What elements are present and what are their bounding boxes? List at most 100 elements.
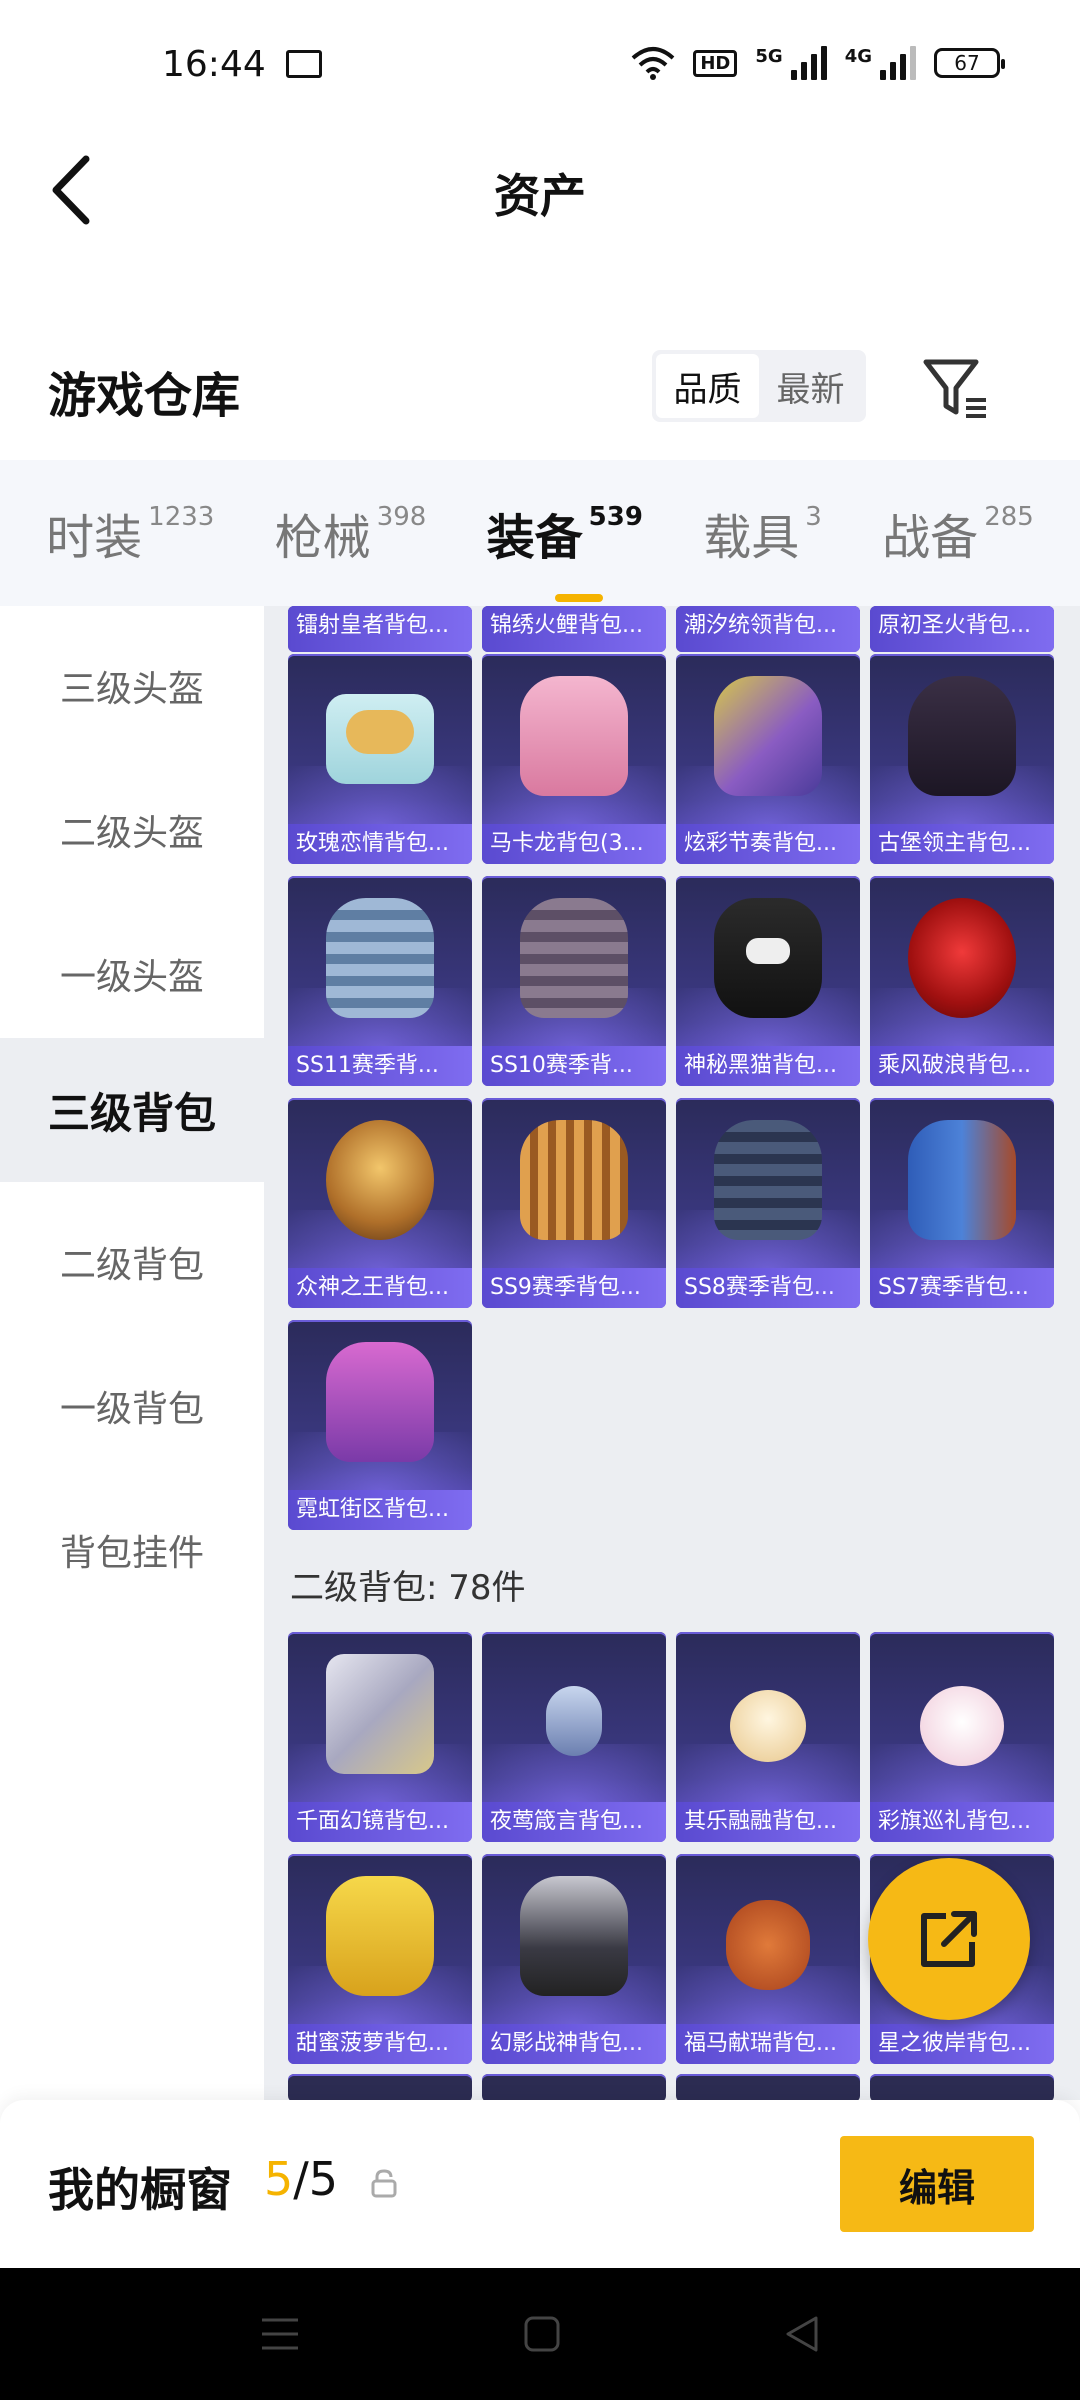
backpack-image — [520, 898, 628, 1018]
sort-newest-option[interactable]: 最新 — [759, 354, 862, 418]
filter-button[interactable] — [920, 354, 990, 424]
item-card[interactable]: 炫彩节奏背包... — [676, 654, 860, 864]
tab-count: 3 — [805, 502, 822, 532]
backpack-image — [908, 898, 1016, 1018]
item-card[interactable]: 幻影战神背包... — [482, 1854, 666, 2064]
item-name: 潮汐统领背包... — [676, 606, 860, 652]
sidebar-item-backpack-lv1[interactable]: 一级背包 — [0, 1334, 264, 1478]
item-card[interactable]: 千面幻镜背包... — [288, 1632, 472, 1842]
sort-toggle: 品质 最新 — [652, 350, 866, 422]
tab-count: 1233 — [148, 502, 215, 532]
system-nav-bar — [0, 2268, 1080, 2400]
signal-4g-icon — [880, 46, 916, 80]
backpack-image — [326, 1654, 434, 1774]
menu-icon[interactable] — [258, 2314, 302, 2354]
grid-row: SS11赛季背... SS10赛季背... 神秘黑猫背包... 乘风破浪背包..… — [288, 876, 1054, 1086]
filter-icon — [923, 359, 986, 418]
item-card[interactable]: 锦绣火鲤背包... — [482, 606, 666, 652]
tab-fashion[interactable]: 时装 1233 — [46, 498, 214, 568]
item-card[interactable]: 马卡龙背包(3... — [482, 654, 666, 864]
showcase-label: 我的橱窗 — [48, 2163, 232, 2217]
item-card[interactable]: 福马献瑞背包... — [676, 1854, 860, 2064]
back-nav-icon[interactable] — [782, 2314, 822, 2354]
item-name: 彩旗巡礼背包... — [870, 1802, 1054, 1842]
sidebar-item-helmet-lv1[interactable]: 一级头盔 — [0, 902, 264, 1046]
tab-label: 时装 — [46, 510, 143, 566]
item-card[interactable]: 乘风破浪背包... — [870, 876, 1054, 1086]
item-card[interactable]: SS10赛季背... — [482, 876, 666, 1086]
tab-gear[interactable]: 战备 285 — [882, 498, 1034, 568]
tab-label: 战备 — [882, 510, 979, 566]
backpack-image — [326, 1342, 434, 1462]
grid-row: 众神之王背包... SS9赛季背包... SS8赛季背包... SS7赛季背包.… — [288, 1098, 1054, 1308]
item-card[interactable]: 玫瑰恋情背包... — [288, 654, 472, 864]
item-name: 众神之王背包... — [288, 1268, 472, 1308]
sidebar-item-helmet-lv3[interactable]: 三级头盔 — [0, 614, 264, 758]
tab-label: 装备 — [486, 510, 583, 566]
item-card[interactable] — [676, 2074, 860, 2100]
item-card[interactable]: 原初圣火背包... — [870, 606, 1054, 652]
item-card[interactable] — [482, 2074, 666, 2100]
item-card[interactable]: 镭射皇者背包... — [288, 606, 472, 652]
sidebar: 三级头盔 二级头盔 一级头盔 三级背包 二级背包 一级背包 背包挂件 — [0, 606, 264, 2100]
wifi-icon — [632, 47, 675, 80]
backpack-image — [520, 1120, 628, 1240]
item-name: 神秘黑猫背包... — [676, 1046, 860, 1086]
item-card[interactable]: 彩旗巡礼背包... — [870, 1632, 1054, 1842]
item-card[interactable]: SS7赛季背包... — [870, 1098, 1054, 1308]
showcase-bar: 我的橱窗 5/5 编辑 — [0, 2100, 1080, 2268]
item-name: 原初圣火背包... — [870, 606, 1054, 652]
tab-guns[interactable]: 枪械 398 — [275, 498, 427, 568]
item-card[interactable]: SS8赛季背包... — [676, 1098, 860, 1308]
item-card[interactable] — [288, 2074, 472, 2100]
net-5g-label: 5G — [755, 46, 783, 67]
item-name: 马卡龙背包(3... — [482, 824, 666, 864]
item-card[interactable]: 其乐融融背包... — [676, 1632, 860, 1842]
item-card[interactable] — [870, 2074, 1054, 2100]
tab-label: 枪械 — [274, 510, 371, 566]
item-name: 甜蜜菠萝背包... — [288, 2024, 472, 2064]
sidebar-item-backpack-lv3[interactable]: 三级背包 — [0, 1038, 264, 1182]
item-card[interactable]: 古堡领主背包... — [870, 654, 1054, 864]
sidebar-item-backpack-lv2[interactable]: 二级背包 — [0, 1190, 264, 1334]
item-card[interactable]: 甜蜜菠萝背包... — [288, 1854, 472, 2064]
item-name: 炫彩节奏背包... — [676, 824, 860, 864]
lock-icon — [371, 2169, 397, 2198]
item-card[interactable]: 神秘黑猫背包... — [676, 876, 860, 1086]
warehouse-title: 游戏仓库 — [48, 368, 241, 424]
item-name: SS9赛季背包... — [482, 1268, 666, 1308]
active-tab-indicator — [554, 594, 603, 602]
grid-row: 霓虹街区背包... — [288, 1320, 472, 1530]
tab-vehicles[interactable]: 载具 3 — [703, 498, 822, 568]
item-name: 锦绣火鲤背包... — [482, 606, 666, 652]
edit-button[interactable]: 编辑 — [840, 2136, 1034, 2232]
tab-count: 539 — [588, 502, 643, 532]
item-card[interactable]: SS9赛季背包... — [482, 1098, 666, 1308]
backpack-image — [908, 676, 1016, 796]
sidebar-item-backpack-charm[interactable]: 背包挂件 — [0, 1478, 264, 1622]
home-icon[interactable] — [522, 2314, 562, 2354]
share-icon — [921, 1911, 977, 1967]
item-name: 霓虹街区背包... — [288, 1490, 472, 1530]
item-name: 星之彼岸背包... — [870, 2024, 1054, 2064]
item-card[interactable]: SS11赛季背... — [288, 876, 472, 1086]
page-title: 资产 — [494, 169, 586, 223]
item-card[interactable]: 夜莺箴言背包... — [482, 1632, 666, 1842]
hd-badge: HD — [693, 49, 738, 77]
backpack-image — [326, 1120, 434, 1240]
battery-icon: 67 — [934, 48, 1005, 78]
status-bar: 16:44 HD 5G 4G 67 — [0, 0, 1080, 130]
item-name: SS8赛季背包... — [676, 1268, 860, 1308]
item-card[interactable]: 潮汐统领背包... — [676, 606, 860, 652]
item-name: 其乐融融背包... — [676, 1802, 860, 1842]
share-button[interactable] — [868, 1858, 1030, 2020]
tab-equipment[interactable]: 装备 539 — [486, 498, 643, 602]
sidebar-item-helmet-lv2[interactable]: 二级头盔 — [0, 758, 264, 902]
sort-quality-option[interactable]: 品质 — [656, 354, 759, 418]
item-card[interactable]: 众神之王背包... — [288, 1098, 472, 1308]
grid-row: 镭射皇者背包... 锦绣火鲤背包... 潮汐统领背包... 原初圣火背包... — [288, 606, 1054, 652]
item-name: 福马献瑞背包... — [676, 2024, 860, 2064]
item-name: 夜莺箴言背包... — [482, 1802, 666, 1842]
item-card[interactable]: 霓虹街区背包... — [288, 1320, 472, 1530]
group-heading: 二级背包: 78件 — [290, 1568, 526, 1608]
